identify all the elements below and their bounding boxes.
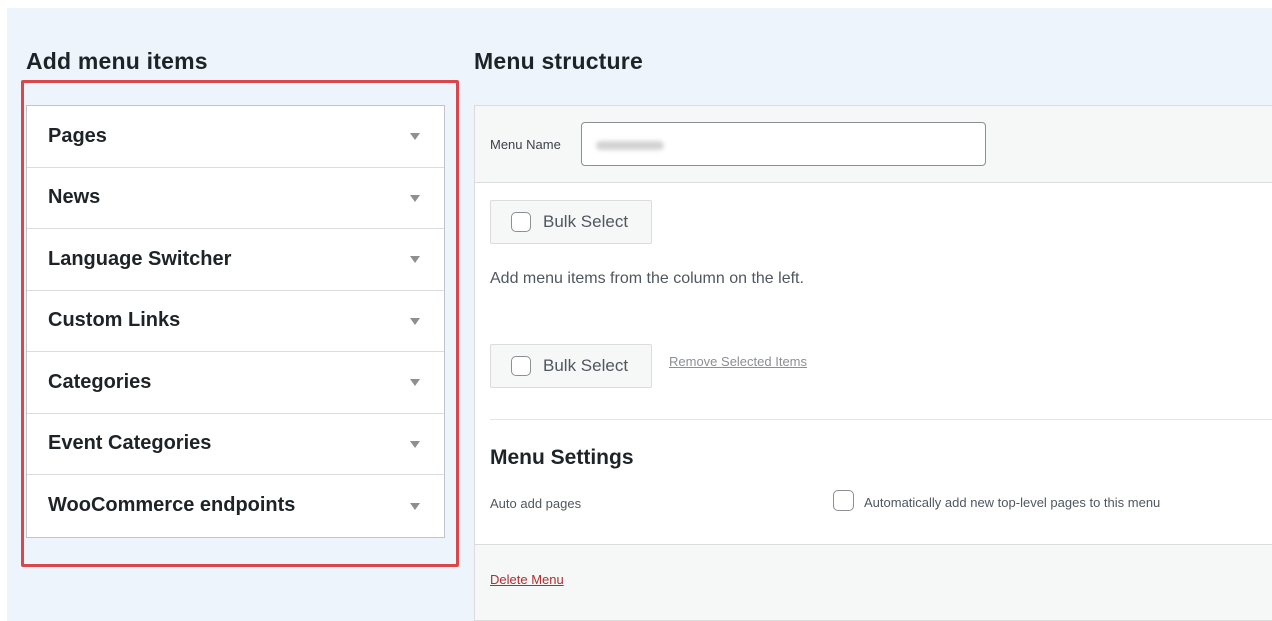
add-menu-items-title: Add menu items (26, 48, 208, 74)
accordion-item-event-categories[interactable]: Event Categories (27, 414, 444, 475)
accordion-item-label: Language Switcher (48, 247, 232, 270)
menu-name-header: Menu Name (475, 106, 1272, 183)
checkbox-icon[interactable] (511, 212, 531, 232)
accordion-item-news[interactable]: News (27, 168, 444, 229)
accordion-item-label: Custom Links (48, 309, 181, 332)
chevron-down-icon[interactable] (410, 379, 420, 387)
accordion-item-woocommerce-endpoints[interactable]: WooCommerce endpoints (27, 475, 444, 537)
bulk-select-label: Bulk Select (543, 356, 629, 375)
auto-add-pages-label: Auto add pages (490, 496, 582, 511)
accordion-item-label: Categories (48, 370, 152, 393)
chevron-down-icon[interactable] (410, 194, 420, 202)
bulk-select-label: Bulk Select (543, 212, 629, 231)
bulk-select-button[interactable]: Bulk Select (490, 200, 652, 244)
menu-structure-panel: Menu Name Bulk Select Add menu items fro… (474, 105, 1272, 621)
menus-page: Add menu items Menu structure Pages News… (7, 8, 1272, 621)
accordion-item-categories[interactable]: Categories (27, 352, 444, 414)
chevron-down-icon[interactable] (410, 502, 420, 510)
auto-add-checkbox[interactable] (833, 490, 854, 511)
menu-structure-title: Menu structure (474, 48, 643, 74)
add-menu-items-accordion: Pages News Language Switcher Custom Link… (26, 105, 445, 538)
accordion-item-label: WooCommerce endpoints (48, 494, 296, 517)
menu-footer: Delete Menu (475, 544, 1272, 620)
auto-add-description: Automatically add new top-level pages to… (864, 495, 1161, 510)
accordion-item-label: Pages (48, 124, 107, 147)
accordion-item-label: News (48, 186, 101, 209)
chevron-down-icon[interactable] (410, 256, 420, 264)
accordion-item-label: Event Categories (48, 432, 212, 455)
blurred-menu-name (596, 141, 664, 150)
accordion-item-custom-links[interactable]: Custom Links (27, 291, 444, 352)
divider (490, 419, 1272, 420)
empty-menu-hint: Add menu items from the column on the le… (490, 270, 804, 287)
chevron-down-icon[interactable] (410, 133, 420, 141)
chevron-down-icon[interactable] (410, 317, 420, 325)
menu-name-label: Menu Name (490, 137, 561, 152)
remove-selected-items-link[interactable]: Remove Selected Items (669, 354, 807, 369)
menu-settings-title: Menu Settings (490, 446, 634, 469)
accordion-item-language-switcher[interactable]: Language Switcher (27, 229, 444, 291)
checkbox-icon[interactable] (511, 356, 531, 376)
delete-menu-link[interactable]: Delete Menu (490, 572, 564, 587)
chevron-down-icon[interactable] (410, 440, 420, 448)
bulk-select-button-bottom[interactable]: Bulk Select (490, 344, 652, 388)
accordion-item-pages[interactable]: Pages (27, 106, 444, 168)
